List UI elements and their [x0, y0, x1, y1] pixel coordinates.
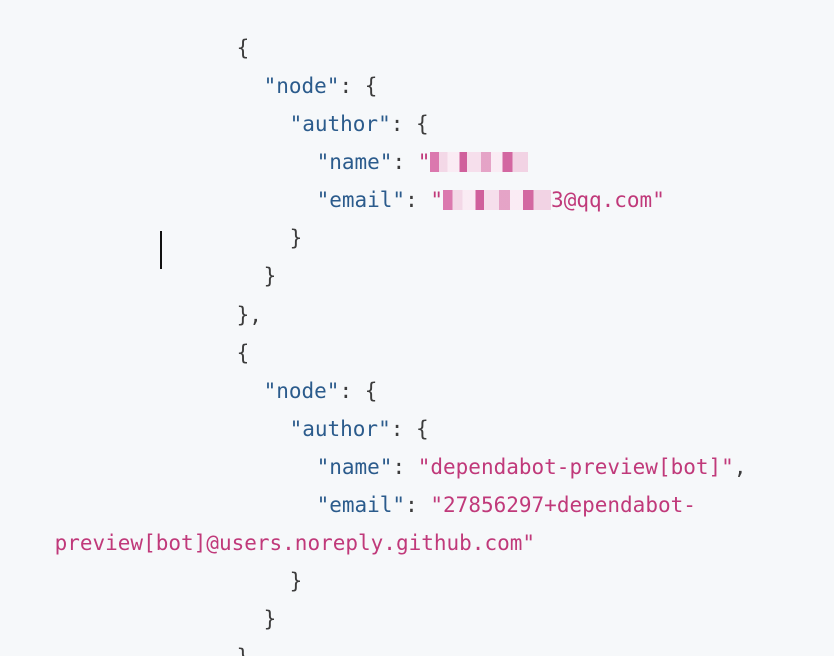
code-line: "node": { [213, 355, 378, 403]
code-line: }, [186, 621, 262, 656]
brace-close: } [263, 607, 277, 631]
brace-close: } [289, 569, 303, 593]
string-quote: " [430, 188, 444, 212]
code-line: "name": "dependabot-preview[bot]", [266, 431, 747, 479]
code-line: "author": { [239, 393, 429, 441]
brace-close: } [263, 264, 277, 288]
code-line: } [239, 202, 303, 250]
colon: : [405, 188, 431, 212]
redacted-email-prefix [443, 190, 552, 210]
code-line: }, [186, 279, 262, 327]
code-line: "email": " 3@qq.com" [266, 164, 665, 212]
email-value-suffix: 3@qq.com" [551, 188, 665, 212]
code-line: "node": { [213, 50, 378, 98]
comma: , [733, 455, 747, 479]
code-line: "name": " [266, 126, 529, 174]
text-caret [160, 231, 162, 269]
code-line-wrapped: preview[bot]@users.noreply.github.com" [4, 507, 535, 555]
code-line: "author": { [239, 88, 429, 136]
code-line: { [186, 12, 250, 60]
code-line: } [213, 240, 277, 288]
code-line: "email": "27856297+dependabot- [266, 469, 696, 517]
brace-close-comma: }, [237, 645, 262, 656]
code-line: } [213, 583, 277, 631]
brace-close: } [289, 226, 303, 250]
code-line: { [186, 317, 250, 365]
json-code-view[interactable]: { "node": { "author": { "name": " "email… [0, 0, 834, 656]
email-key: "email" [316, 188, 406, 212]
code-line: } [239, 545, 303, 593]
